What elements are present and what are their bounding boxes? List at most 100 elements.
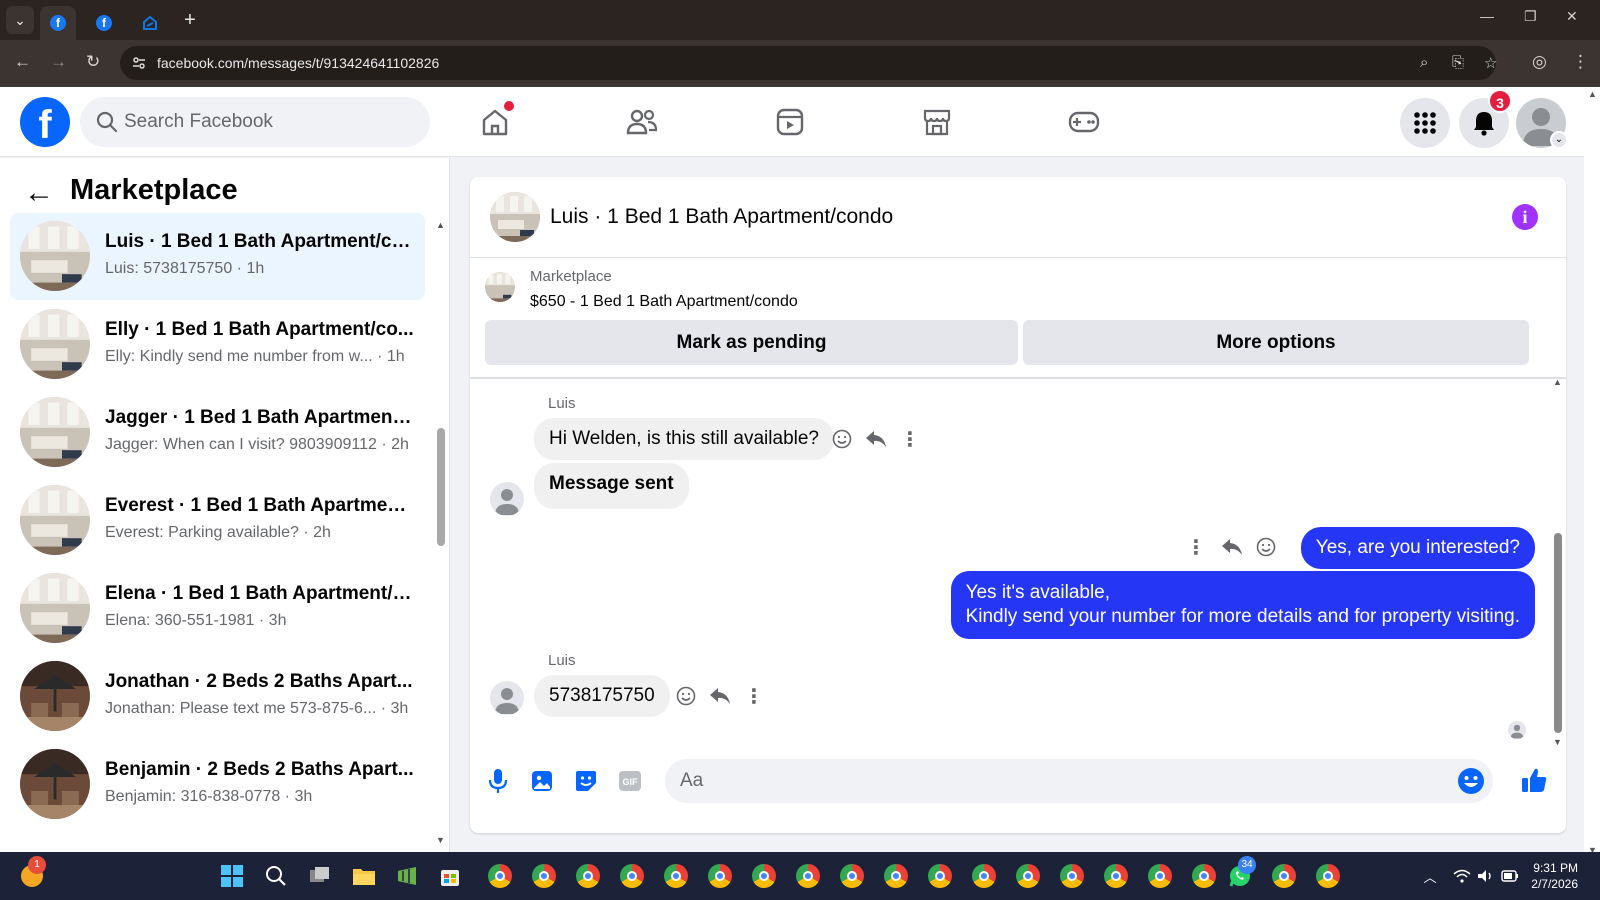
chrome-window-icon[interactable] xyxy=(706,862,734,890)
microphone-icon[interactable] xyxy=(484,767,512,795)
emoji-picker-icon[interactable] xyxy=(1457,767,1485,795)
browser-menu-icon[interactable]: ⋮ xyxy=(1572,52,1589,72)
conversation-item[interactable]: Elly · 1 Bed 1 Bath Apartment/co... Elly:… xyxy=(10,301,425,388)
forward-button[interactable]: → xyxy=(50,52,67,72)
search-input[interactable] xyxy=(124,97,414,147)
battery-icon[interactable] xyxy=(1496,862,1524,890)
zoom-icon[interactable]: ⌕ xyxy=(1420,54,1428,71)
reply-icon[interactable] xyxy=(708,684,732,708)
taskbar-search-icon[interactable] xyxy=(262,862,290,890)
listing-thumbnail[interactable] xyxy=(485,272,515,302)
tab-facebook-messages[interactable]: f xyxy=(40,6,76,40)
chrome-window-icon[interactable] xyxy=(574,862,602,890)
incoming-message[interactable]: 5738175750 xyxy=(534,675,670,717)
show-hidden-icons-chevron-icon[interactable]: ︿ xyxy=(1416,862,1444,890)
weather-widget-icon[interactable]: 1 xyxy=(18,856,46,890)
store-app-icon[interactable] xyxy=(436,862,464,890)
conversation-item[interactable]: Jagger · 1 Bed 1 Bath Apartment/... Jagge… xyxy=(10,389,425,476)
url-text[interactable]: facebook.com/messages/t/913424641102826 xyxy=(157,55,439,71)
page-scrollbar[interactable]: ▲ ▼ xyxy=(1584,87,1600,857)
whatsapp-icon[interactable]: 34 xyxy=(1226,856,1256,890)
chrome-window-icon[interactable] xyxy=(486,862,514,890)
chat-title[interactable]: Luis · 1 Bed 1 Bath Apartment/condo xyxy=(550,205,893,229)
chrome-window-icon[interactable] xyxy=(1314,862,1342,890)
gif-icon[interactable]: GIF xyxy=(616,767,644,795)
incoming-message[interactable]: Hi Welden, is this still available? xyxy=(534,418,834,460)
file-explorer-icon[interactable] xyxy=(350,862,378,890)
chrome-window-icon[interactable] xyxy=(1102,862,1130,890)
chrome-window-icon[interactable] xyxy=(1014,862,1042,890)
site-info-icon[interactable] xyxy=(132,56,146,70)
reply-icon[interactable] xyxy=(864,427,888,451)
sender-avatar[interactable] xyxy=(490,482,524,516)
system-clock[interactable]: 9:31 PM 2/7/2026 xyxy=(1531,860,1578,892)
chrome-window-icon[interactable] xyxy=(750,862,778,890)
chat-listing-avatar[interactable] xyxy=(490,192,540,242)
new-tab-button[interactable]: + xyxy=(176,6,204,34)
facebook-logo[interactable]: f xyxy=(20,97,70,147)
nav-gaming[interactable] xyxy=(1024,87,1144,157)
menu-button[interactable] xyxy=(1400,98,1450,148)
reload-button[interactable]: ↻ xyxy=(86,52,100,72)
mark-as-pending-button[interactable]: Mark as pending xyxy=(485,320,1018,365)
chrome-window-icon[interactable] xyxy=(970,862,998,890)
chrome-window-icon[interactable] xyxy=(530,862,558,890)
more-options-button[interactable]: More options xyxy=(1023,320,1529,365)
sidebar-scrollbar[interactable]: ▲ ▼ xyxy=(434,220,446,845)
nav-marketplace[interactable] xyxy=(877,87,997,157)
back-arrow-icon[interactable]: ← xyxy=(24,176,54,210)
nav-friends[interactable] xyxy=(582,87,702,157)
back-button[interactable]: ← xyxy=(14,52,31,72)
chrome-window-icon[interactable] xyxy=(794,862,822,890)
account-chevron-down-icon[interactable]: ⌄ xyxy=(1550,131,1568,149)
conversation-item[interactable]: Benjamin · 2 Beds 2 Baths Apart... Benjam… xyxy=(10,741,425,828)
chrome-window-icon[interactable] xyxy=(882,862,910,890)
profile-icon[interactable]: ◎ xyxy=(1532,52,1547,72)
chat-scroll-thumb[interactable] xyxy=(1554,533,1562,733)
more-actions-icon[interactable]: ⋮ xyxy=(742,684,766,708)
sticker-icon[interactable] xyxy=(572,767,600,795)
conversation-item[interactable]: Luis · 1 Bed 1 Bath Apartment/co... Luis:… xyxy=(10,213,425,300)
outgoing-message[interactable]: Yes it's available, Kindly send your num… xyxy=(950,571,1535,639)
incoming-message[interactable]: Message sent xyxy=(534,463,689,509)
sidebar-scroll-thumb[interactable] xyxy=(437,428,445,546)
chrome-window-icon[interactable] xyxy=(1270,862,1298,890)
message-composer[interactable] xyxy=(665,759,1493,803)
spreadsheet-app-icon[interactable] xyxy=(393,862,421,890)
restore-button[interactable]: ❐ xyxy=(1524,8,1537,25)
outgoing-message[interactable]: Yes, are you interested? xyxy=(1300,527,1535,569)
more-actions-icon[interactable]: ⋮ xyxy=(1184,535,1208,559)
listing-title[interactable]: $650 - 1 Bed 1 Bath Apartment/condo xyxy=(530,293,798,311)
chrome-window-icon[interactable] xyxy=(1146,862,1174,890)
chrome-window-icon[interactable] xyxy=(926,862,954,890)
tab-search-button[interactable]: ⌄ xyxy=(6,6,34,34)
message-input[interactable] xyxy=(680,759,1440,803)
install-app-icon[interactable]: ⎘ xyxy=(1452,54,1464,71)
chrome-window-icon[interactable] xyxy=(1190,862,1218,890)
search-box[interactable] xyxy=(80,97,430,147)
tab-facebook[interactable]: f xyxy=(86,6,122,40)
chrome-window-icon[interactable] xyxy=(618,862,646,890)
task-view-icon[interactable] xyxy=(306,862,334,890)
nav-home[interactable] xyxy=(435,87,555,157)
chrome-window-icon[interactable] xyxy=(662,862,690,890)
tab-zillow[interactable] xyxy=(132,6,168,40)
nav-video[interactable] xyxy=(730,87,850,157)
conversation-item[interactable]: Elena · 1 Bed 1 Bath Apartment/c... Elena… xyxy=(10,565,425,652)
chat-scrollbar[interactable]: ▲ ▼ xyxy=(1551,377,1563,747)
start-windows-icon[interactable] xyxy=(218,862,246,890)
conversation-item[interactable]: Jonathan · 2 Beds 2 Baths Apart... Jonath… xyxy=(10,653,425,740)
close-window-button[interactable]: ✕ xyxy=(1566,8,1578,25)
minimize-button[interactable]: — xyxy=(1480,8,1494,24)
omnibox[interactable]: facebook.com/messages/t/913424641102826 … xyxy=(120,46,1497,80)
more-actions-icon[interactable]: ⋮ xyxy=(898,427,922,451)
chrome-window-icon[interactable] xyxy=(1058,862,1086,890)
chrome-window-icon[interactable] xyxy=(838,862,866,890)
react-emoji-icon[interactable] xyxy=(830,427,854,451)
react-emoji-icon[interactable] xyxy=(674,684,698,708)
bookmark-star-icon[interactable]: ☆ xyxy=(1484,54,1497,72)
reply-icon[interactable] xyxy=(1220,535,1244,559)
sender-avatar[interactable] xyxy=(490,681,524,715)
conversation-item[interactable]: Everest · 1 Bed 1 Bath Apartment... Evere… xyxy=(10,477,425,564)
info-icon[interactable]: i xyxy=(1512,204,1538,230)
